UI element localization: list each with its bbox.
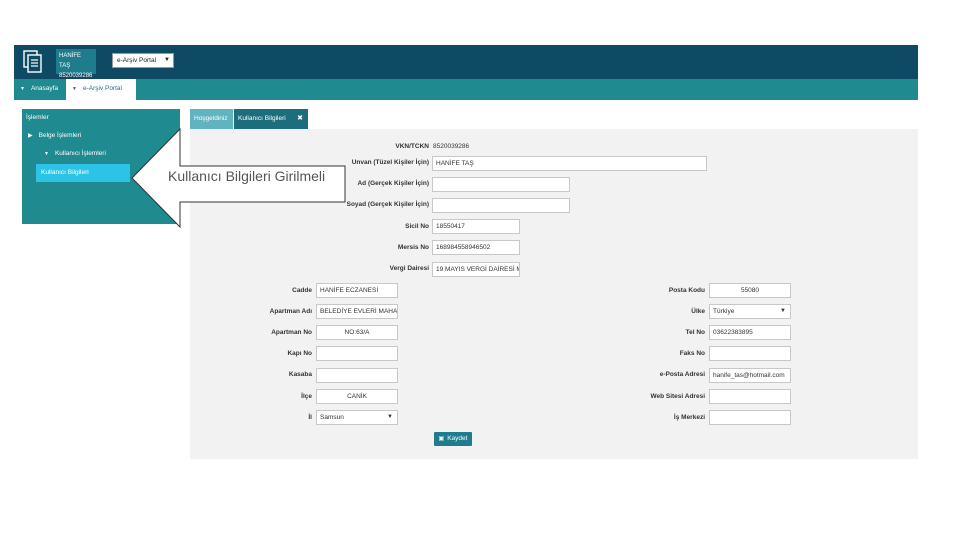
nav-portal-label: e-Arşiv Portal <box>82 85 122 92</box>
chevron-down-icon: ▼ <box>780 308 786 314</box>
apartman-adi-input[interactable]: BELEDİYE EVLERİ MAHAL <box>316 304 398 319</box>
user-name: HANİFE TAŞ <box>59 53 82 69</box>
eposta-input[interactable]: hanife_tas@hotmail.com <box>709 368 791 383</box>
sidebar-title: İşlemler <box>26 114 49 121</box>
kapi-no-input[interactable] <box>316 346 398 361</box>
save-button[interactable]: ▣ Kaydet <box>434 432 472 446</box>
portal-select[interactable]: e-Arşiv Portal ▼ <box>112 53 174 68</box>
tab-label: Kullanıcı Bilgileri <box>238 115 286 122</box>
vergi-dairesi-input[interactable]: 19 MAYIS VERGİ DAİRESİ M <box>432 262 520 277</box>
tel-no-label: Tel No <box>685 329 705 336</box>
tab-kullanici-bilgileri[interactable]: Kullanıcı Bilgileri ✖ <box>234 109 308 129</box>
sidebar: İşlemler ▶ Belge İşlemleri ▼ Kullanıcı İşl… <box>22 109 180 224</box>
unvan-label: Unvan (Tüzel Kişiler İçin) <box>351 159 429 166</box>
caret-down-icon: ▼ <box>44 151 49 157</box>
il-label: İl <box>308 414 312 421</box>
kasaba-label: Kasaba <box>288 371 312 378</box>
web-sitesi-input[interactable] <box>709 389 791 404</box>
chevron-down-icon: ▼ <box>387 414 393 420</box>
apartman-no-label: Apartman No <box>271 329 312 336</box>
ulke-label: Ülke <box>691 308 705 315</box>
posta-kodu-input[interactable]: 55080 <box>709 283 791 298</box>
sicil-label: Sicil No <box>405 223 429 230</box>
sidebar-item-label: Kullanıcı Bilgileri <box>41 169 89 176</box>
cadde-input[interactable]: HANİFE ECZANESİ <box>316 283 398 298</box>
ilce-label: İlçe <box>301 393 312 400</box>
caret-right-icon: ▶ <box>28 133 33 139</box>
ulke-select[interactable]: Türkiye ▼ <box>709 304 791 319</box>
chevron-down-icon: ▼ <box>164 57 170 63</box>
floppy-disk-icon: ▣ <box>438 436 445 442</box>
tel-no-input[interactable]: 03622383895 <box>709 325 791 340</box>
user-info[interactable]: HANİFE TAŞ 8520039286 <box>56 49 96 79</box>
sidebar-item-kullanici[interactable]: ▼ Kullanıcı İşlemleri <box>44 145 178 163</box>
apartman-adi-label: Apartman Adı <box>269 308 312 315</box>
mersis-input[interactable]: 168984558946502 <box>432 240 520 255</box>
soyad-input[interactable] <box>432 198 570 213</box>
vkn-label: VKN/TCKN <box>395 143 429 150</box>
soyad-label: Soyad (Gerçek Kişiler İçin) <box>346 201 429 208</box>
mersis-label: Mersis No <box>397 244 429 251</box>
ad-label: Ad (Gerçek Kişiler İçin) <box>357 180 429 187</box>
documents-logo-icon <box>23 50 42 73</box>
sidebar-item-label: Belge İşlemleri <box>38 132 82 139</box>
nav-bar: ▼ Anasayfa ▼ e-Arşiv Portal <box>14 79 918 100</box>
il-select-value: Samsun <box>320 414 344 421</box>
sidebar-item-belge[interactable]: ▶ Belge İşlemleri <box>28 127 178 145</box>
vkn-value: 8520039286 <box>433 143 470 150</box>
kasaba-input[interactable] <box>316 368 398 383</box>
sidebar-item-label: Kullanıcı İşlemleri <box>54 150 106 157</box>
web-sitesi-label: Web Sitesi Adresi <box>650 393 705 400</box>
ilce-input[interactable]: CANİK <box>316 389 398 404</box>
sicil-input[interactable]: 18550417 <box>432 219 520 234</box>
il-select[interactable]: Samsun ▼ <box>316 410 398 425</box>
is-merkezi-label: İş Merkezi <box>673 414 705 421</box>
caret-down-icon: ▼ <box>72 86 77 92</box>
tab-label: Hoşgeldiniz <box>194 115 228 122</box>
tab-hosgeldiniz[interactable]: Hoşgeldiniz <box>190 109 233 129</box>
kapi-no-label: Kapı No <box>287 350 312 357</box>
top-header: HANİFE TAŞ 8520039286 e-Arşiv Portal ▼ <box>14 45 918 79</box>
unvan-input[interactable]: HANİFE TAŞ <box>432 156 707 171</box>
sidebar-item-kullanici-bilgileri[interactable]: Kullanıcı Bilgileri <box>36 164 130 182</box>
apartman-no-input[interactable]: NO:63/A <box>316 325 398 340</box>
eposta-label: e-Posta Adresi <box>659 371 705 378</box>
posta-kodu-label: Posta Kodu <box>668 287 705 294</box>
nav-home-label: Anasayfa <box>30 85 59 92</box>
vergi-dairesi-label: Vergi Dairesi <box>389 265 429 272</box>
is-merkezi-input[interactable] <box>709 410 791 425</box>
faks-no-label: Faks No <box>679 350 705 357</box>
caret-down-icon: ▼ <box>20 86 25 92</box>
nav-item-portal[interactable]: ▼ e-Arşiv Portal <box>66 79 136 100</box>
ulke-select-value: Türkiye <box>713 308 735 315</box>
faks-no-input[interactable] <box>709 346 791 361</box>
callout-text: Kullanıcı Bilgileri Girilmeli <box>168 168 326 184</box>
nav-item-home[interactable]: ▼ Anasayfa <box>14 79 72 100</box>
close-icon[interactable]: ✖ <box>297 109 303 129</box>
portal-select-value: e-Arşiv Portal <box>117 57 157 64</box>
cadde-label: Cadde <box>292 287 312 294</box>
ad-input[interactable] <box>432 177 570 192</box>
save-button-label: Kaydet <box>447 435 468 442</box>
